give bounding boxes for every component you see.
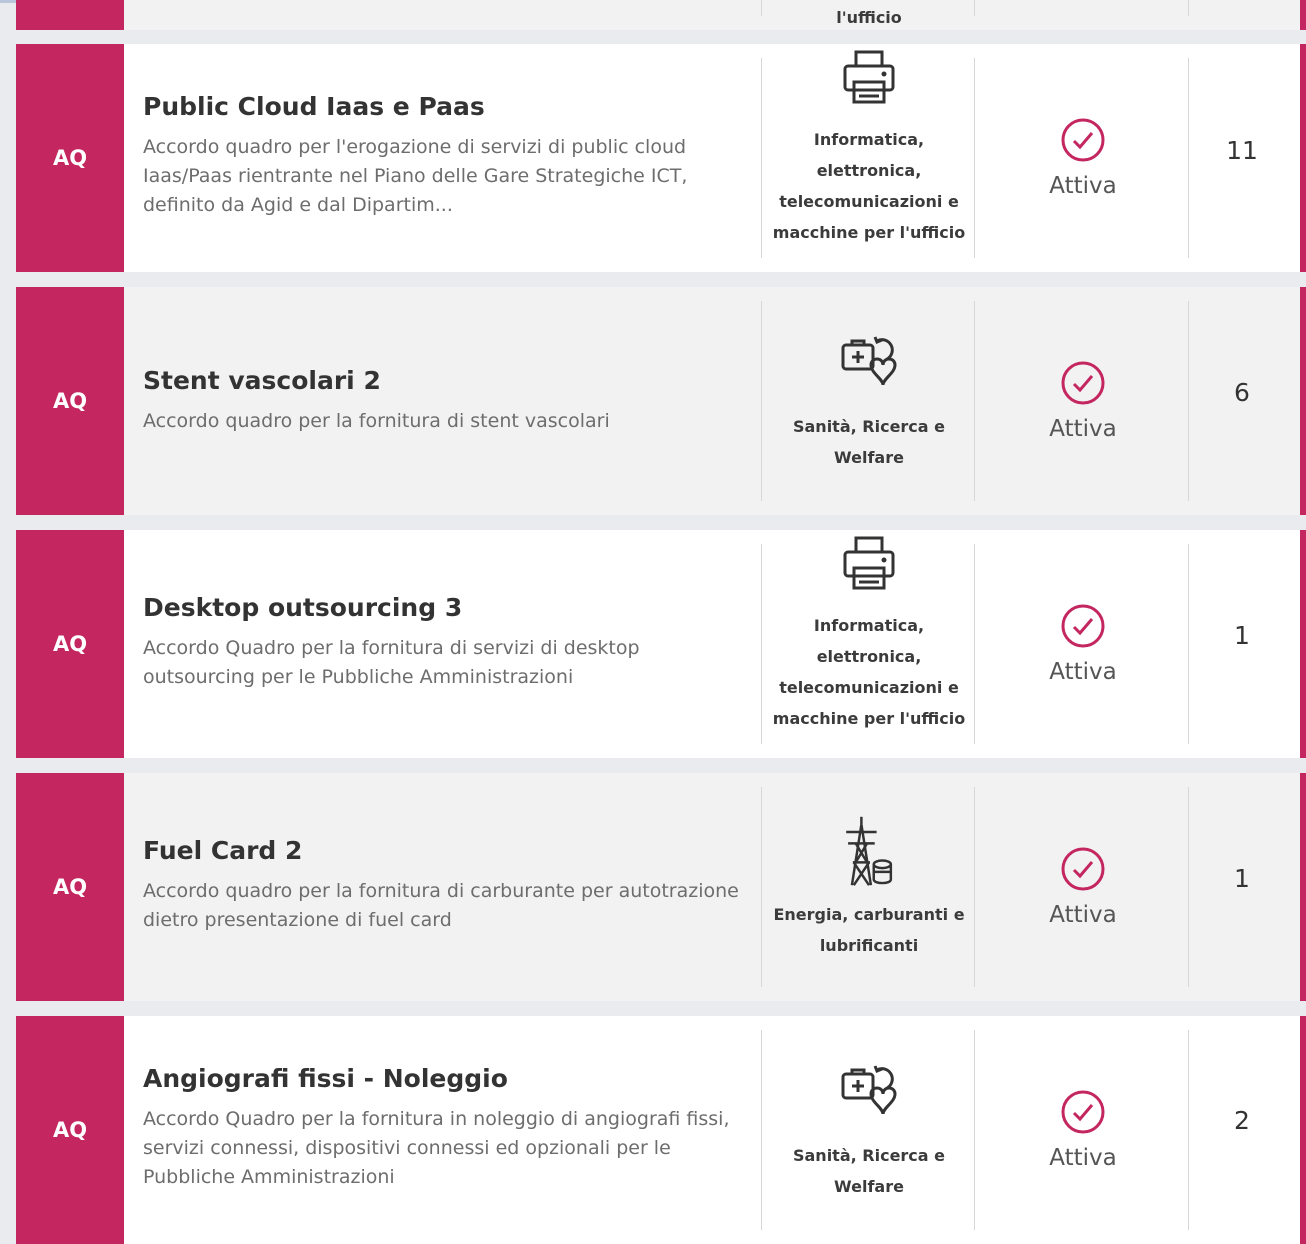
type-badge: AQ [16, 773, 124, 1001]
divider [974, 58, 975, 258]
status-cell: Attiva [978, 773, 1188, 1001]
item-description: Accordo quadro per l'erogazione di servi… [143, 136, 688, 216]
count-value: 1 [1234, 621, 1250, 650]
status-label: Attiva [1049, 902, 1117, 928]
check-circle-icon [1061, 847, 1105, 891]
category-cell: l'ufficio [764, 0, 974, 30]
category-label: l'ufficio [836, 8, 902, 27]
list-item[interactable]: AQ Public Cloud Iaas e Paas Accordo quad… [16, 44, 1306, 272]
item-info: Desktop outsourcing 3 Accordo Quadro per… [143, 592, 743, 692]
item-title[interactable]: Desktop outsourcing 3 [143, 592, 743, 624]
list-item[interactable]: AQ Fuel Card 2 Accordo quadro per la for… [16, 773, 1306, 1001]
divider [974, 0, 975, 16]
divider [761, 787, 762, 987]
status-cell: Attiva [978, 287, 1188, 515]
item-description: Accordo quadro per la fornitura di carbu… [143, 880, 739, 931]
item-description: Accordo Quadro per la fornitura di servi… [143, 637, 640, 688]
item-info: Public Cloud Iaas e Paas Accordo quadro … [143, 91, 743, 220]
divider [761, 301, 762, 501]
category-label: Energia, carburanti e lubrificanti [773, 905, 965, 955]
divider [761, 58, 762, 258]
divider [1188, 58, 1189, 258]
category-label: Informatica, elettronica, telecomunicazi… [772, 130, 966, 242]
category-label: Sanità, Ricerca e Welfare [792, 417, 946, 467]
category-cell: Energia, carburanti e lubrificanti [764, 773, 974, 1001]
status-cell: Attiva [978, 44, 1188, 272]
divider [974, 544, 975, 744]
divider [761, 0, 762, 16]
status-label: Attiva [1049, 659, 1117, 685]
item-title[interactable]: Stent vascolari 2 [143, 365, 743, 397]
item-info: Fuel Card 2 Accordo quadro per la fornit… [143, 835, 743, 935]
item-info: Angiografi fissi - Noleggio Accordo Quad… [143, 1063, 743, 1192]
list-item[interactable]: AQ Desktop outsourcing 3 Accordo Quadro … [16, 530, 1306, 758]
type-badge: AQ [16, 0, 124, 30]
item-info: Stent vascolari 2 Accordo quadro per la … [143, 365, 743, 436]
item-title[interactable]: Angiografi fissi - Noleggio [143, 1063, 743, 1095]
status-label: Attiva [1049, 1145, 1117, 1171]
item-title[interactable]: Fuel Card 2 [143, 835, 743, 867]
divider [974, 787, 975, 987]
status-label: Attiva [1049, 416, 1117, 442]
category-cell: Sanità, Ricerca e Welfare [764, 287, 974, 515]
category-label: Sanità, Ricerca e Welfare [792, 1146, 946, 1196]
check-circle-icon [1061, 604, 1105, 648]
divider [974, 1030, 975, 1230]
health-icon [841, 336, 897, 386]
category-cell: Informatica, elettronica, telecomunicazi… [764, 530, 974, 758]
divider [761, 1030, 762, 1230]
count-value: 2 [1234, 1106, 1250, 1135]
type-badge: AQ [16, 1016, 124, 1244]
check-circle-icon [1061, 118, 1105, 162]
status-label: Attiva [1049, 173, 1117, 199]
item-description: Accordo Quadro per la fornitura in noleg… [143, 1108, 730, 1188]
divider [974, 301, 975, 501]
status-cell: Attiva [978, 1016, 1188, 1244]
check-circle-icon [1061, 361, 1105, 405]
divider [1188, 544, 1189, 744]
count-value: 1 [1234, 864, 1250, 893]
printer-icon [843, 50, 895, 104]
divider [1188, 787, 1189, 987]
item-title[interactable]: Public Cloud Iaas e Paas [143, 91, 743, 123]
status-cell: Attiva [978, 530, 1188, 758]
health-icon [841, 1065, 897, 1115]
category-label: Informatica, elettronica, telecomunicazi… [772, 616, 966, 728]
item-description: Accordo quadro per la fornitura di stent… [143, 410, 610, 432]
list-item[interactable]: AQ l'ufficio [16, 0, 1306, 30]
type-badge: AQ [16, 287, 124, 515]
divider [1188, 1030, 1189, 1230]
divider [1188, 0, 1189, 16]
energy-tower-icon [846, 816, 893, 886]
count-value: 11 [1226, 136, 1258, 165]
divider [1188, 301, 1189, 501]
type-badge: AQ [16, 530, 124, 758]
printer-icon [843, 536, 895, 590]
list-item[interactable]: AQ Angiografi fissi - Noleggio Accordo Q… [16, 1016, 1306, 1244]
check-circle-icon [1061, 1090, 1105, 1134]
type-badge: AQ [16, 44, 124, 272]
count-value: 6 [1234, 378, 1250, 407]
category-cell: Informatica, elettronica, telecomunicazi… [764, 44, 974, 272]
divider [761, 544, 762, 744]
category-cell: Sanità, Ricerca e Welfare [764, 1016, 974, 1244]
list-item[interactable]: AQ Stent vascolari 2 Accordo quadro per … [16, 287, 1306, 515]
